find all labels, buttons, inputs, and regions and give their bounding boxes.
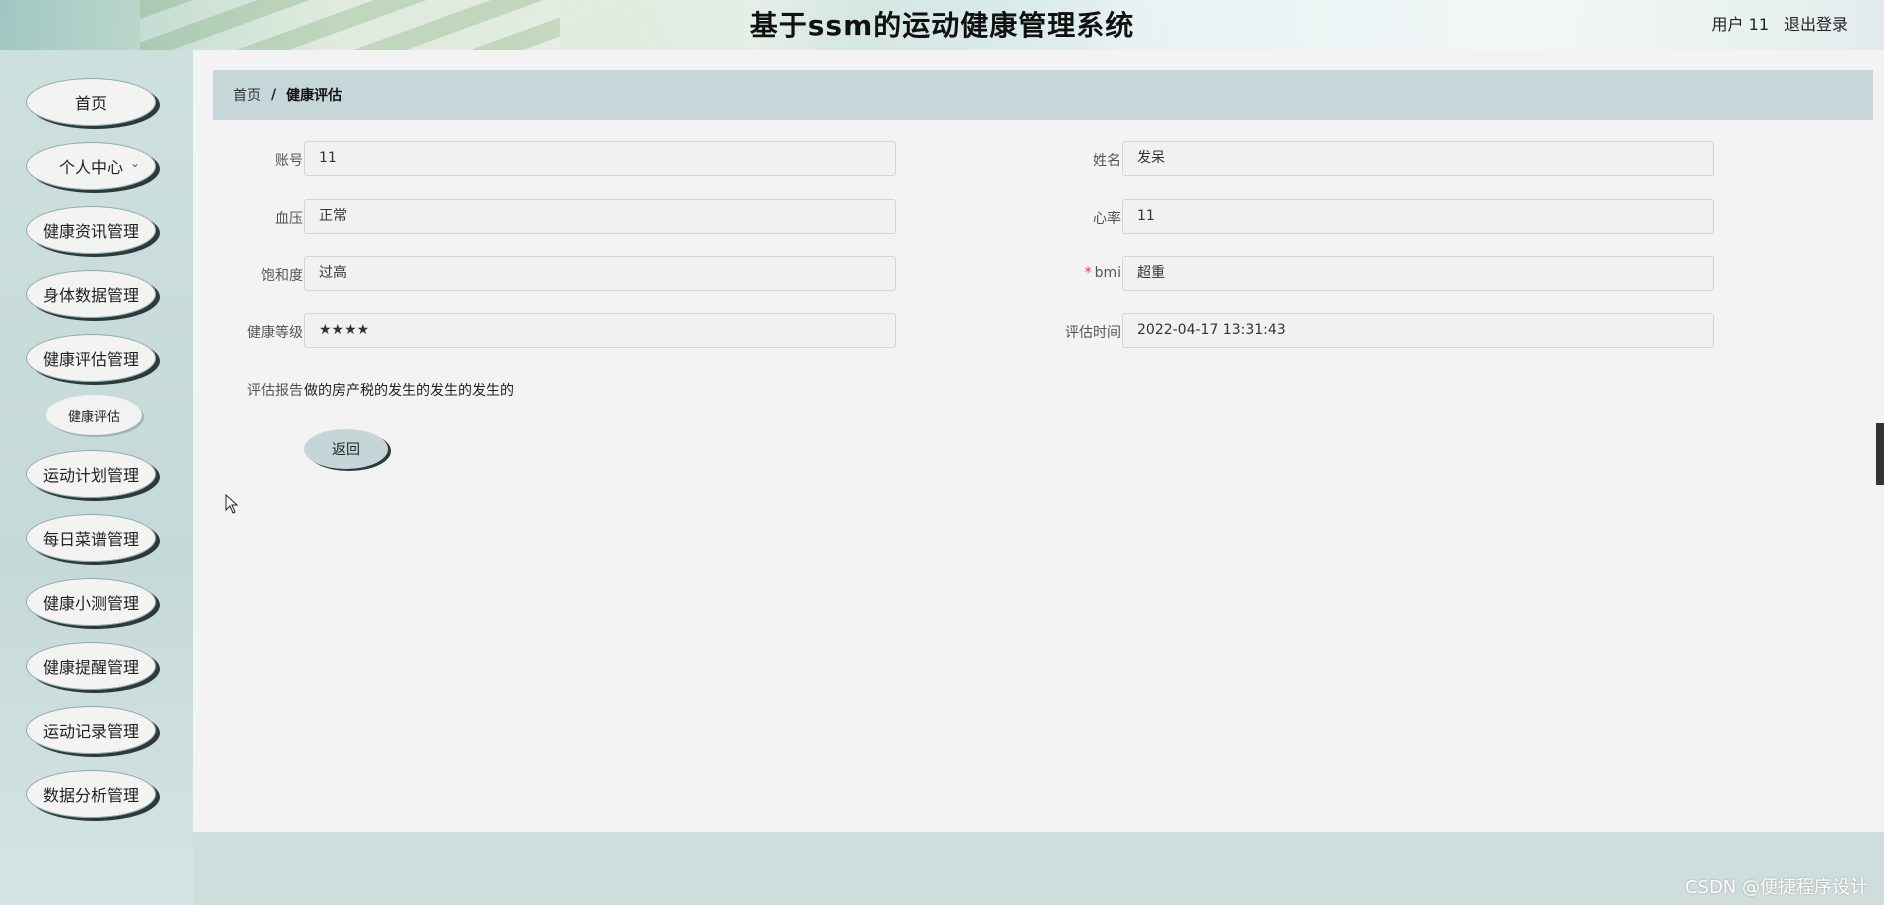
breadcrumb: 首页 / 健康评估 (213, 70, 1873, 120)
watermark: CSDN @便捷程序设计 (1684, 877, 1868, 898)
sidebar-item-label: 每日菜谱管理 (42, 530, 139, 549)
sidebar-item-health-quiz[interactable]: 健康小测管理 (26, 578, 156, 626)
name-label: 姓名 (1093, 153, 1121, 169)
chevron-down-icon: ⌄ (129, 156, 140, 170)
account-field[interactable]: 11 (304, 141, 896, 176)
current-user: 用户 11 (1711, 15, 1769, 34)
blood-pressure-label: 血压 (275, 211, 303, 227)
report-text: 做的房产税的发生的发生的发生的 (304, 383, 514, 399)
sidebar-item-label: 数据分析管理 (42, 786, 139, 805)
sidebar-item-health-assessment-mgmt[interactable]: 健康评估管理 (26, 334, 156, 382)
breadcrumb-separator: / (271, 87, 277, 103)
breadcrumb-home[interactable]: 首页 (233, 85, 261, 105)
sidebar-item-exercise-record[interactable]: 运动记录管理 (26, 706, 156, 754)
sidebar-subitem-health-assessment[interactable]: 健康评估 (46, 395, 142, 435)
health-level-label: 健康等级 (247, 325, 303, 341)
sidebar-item-label: 健康评估管理 (42, 350, 139, 369)
app-title: 基于ssm的运动健康管理系统 (749, 9, 1135, 42)
sidebar-item-daily-recipe[interactable]: 每日菜谱管理 (26, 514, 156, 562)
health-level-field[interactable]: ★★★★ (304, 313, 896, 348)
sidebar-item-data-analysis[interactable]: 数据分析管理 (26, 770, 156, 818)
report-label: 评估报告 (247, 383, 303, 399)
bmi-label-text: bmi (1094, 265, 1121, 281)
sidebar-item-personal-center[interactable]: 个人中心 ⌄ (26, 142, 156, 190)
sidebar-item-label: 运动计划管理 (42, 466, 139, 485)
saturation-label: 饱和度 (261, 268, 303, 284)
saturation-field[interactable]: 过高 (304, 256, 896, 291)
back-button-label: 返回 (332, 442, 360, 458)
required-mark: * (1084, 265, 1092, 281)
main-panel: 首页 / 健康评估 账号 11 血压 正常 饱和度 过高 健康等级 ★★★★ 评… (193, 50, 1884, 832)
blood-pressure-field[interactable]: 正常 (304, 199, 896, 234)
name-field[interactable]: 发呆 (1122, 141, 1714, 176)
bmi-field[interactable]: 超重 (1122, 256, 1714, 291)
breadcrumb-current: 健康评估 (286, 88, 343, 104)
sidebar-item-label: 个人中心 (58, 158, 123, 177)
eval-time-field[interactable]: 2022-04-17 13:31:43 (1122, 313, 1714, 348)
sidebar-item-health-reminder[interactable]: 健康提醒管理 (26, 642, 156, 690)
sidebar-item-home[interactable]: 首页 (26, 78, 156, 126)
top-header: 基于ssm的运动健康管理系统 用户 11 退出登录 (0, 0, 1884, 50)
eval-time-label: 评估时间 (1065, 325, 1121, 341)
account-label: 账号 (275, 153, 303, 169)
sidebar-item-health-news[interactable]: 健康资讯管理 (26, 206, 156, 254)
sidebar-item-label: 健康小测管理 (42, 594, 139, 613)
back-button[interactable]: 返回 (304, 429, 388, 469)
heart-rate-label: 心率 (1093, 211, 1121, 227)
heart-rate-field[interactable]: 11 (1122, 199, 1714, 234)
sidebar: 首页 个人中心 ⌄ 健康资讯管理 身体数据管理 健康评估管理 健康评估 运动计划管… (0, 50, 193, 905)
sidebar-item-body-data[interactable]: 身体数据管理 (26, 270, 156, 318)
sidebar-item-exercise-plan[interactable]: 运动计划管理 (26, 450, 156, 498)
sidebar-item-label: 健康评估 (67, 409, 120, 425)
sidebar-item-label: 健康提醒管理 (42, 658, 139, 677)
sidebar-item-label: 运动记录管理 (42, 722, 139, 741)
sidebar-item-label: 身体数据管理 (42, 286, 139, 305)
scrollbar-thumb[interactable] (1876, 423, 1884, 485)
logout-link[interactable]: 退出登录 (1784, 11, 1848, 35)
bmi-label: * bmi (1011, 265, 1121, 281)
sidebar-item-label: 首页 (74, 94, 107, 113)
mouse-cursor-icon (225, 494, 239, 514)
sidebar-item-label: 健康资讯管理 (42, 222, 139, 241)
